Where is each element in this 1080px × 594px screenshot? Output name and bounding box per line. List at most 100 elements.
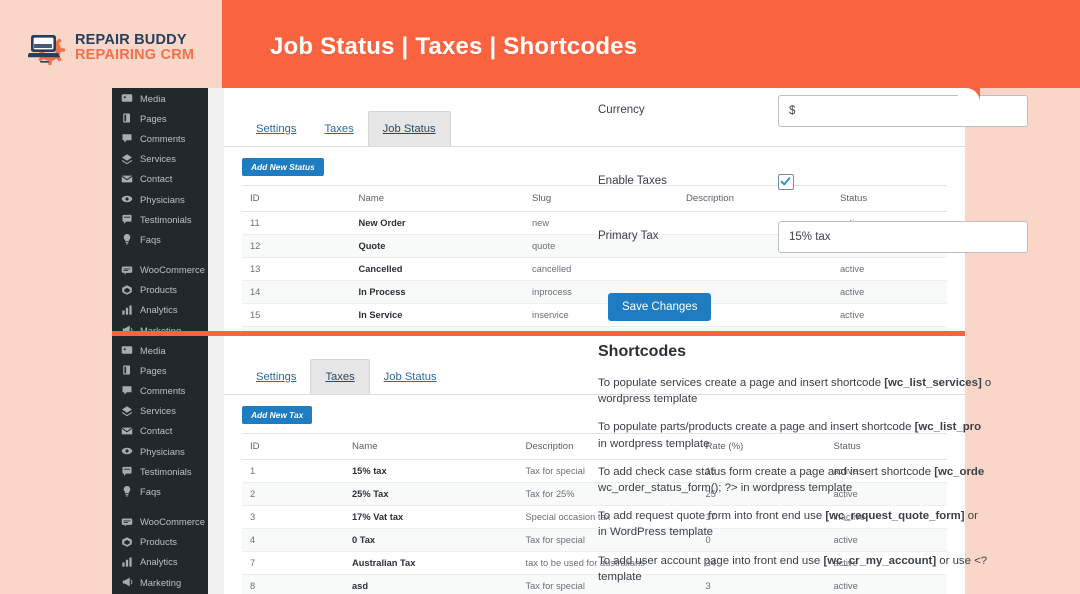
shortcodes-list: To populate services create a page and i…	[598, 375, 998, 585]
sidebar-item-physicians[interactable]: Physicians	[112, 189, 208, 209]
column-header: Name	[344, 433, 518, 460]
sidebar-item-physicians[interactable]: Physicians	[112, 441, 208, 461]
shortcode-code: [wc_list_pro	[914, 421, 982, 434]
woocommerce-icon	[121, 264, 133, 276]
settings-panel: Currency $ Enable Taxes Primary Tax 15% …	[598, 88, 1028, 334]
shortcodes-title: Shortcodes	[598, 343, 687, 360]
wp-admin-sidebar-top: Media Pages Comments Services Contact Physici…	[112, 88, 208, 334]
analytics-icon	[121, 556, 133, 568]
column-header: Name	[350, 185, 524, 212]
enable-taxes-checkbox[interactable]	[778, 174, 794, 190]
cell-name: Quote	[350, 234, 524, 258]
pages-icon	[121, 112, 133, 124]
sidebar-item-label: Contact	[140, 425, 173, 437]
sidebar-item-analytics[interactable]: Analytics	[112, 552, 208, 572]
shortcode-text: To add check case status form create a p…	[598, 465, 935, 478]
sidebar-item-label: WooCommerce	[140, 264, 205, 276]
sidebar-item-label: Marketing	[140, 576, 182, 588]
sidebar-item-marketing[interactable]: Marketing	[112, 572, 208, 592]
shortcode-line: To add user account page into front end …	[598, 553, 998, 569]
shortcode-paragraph: To add request quote form into front end…	[598, 508, 998, 540]
shortcode-line: in wordpress template	[598, 437, 710, 450]
cell-name: Australian Tax	[344, 551, 518, 575]
sidebar-item-label: Faqs	[140, 485, 161, 497]
currency-input[interactable]: $	[778, 95, 1028, 127]
sidebar-item-faqs[interactable]: Faqs	[112, 481, 208, 501]
add-new-tax-button[interactable]: Add New Tax	[242, 406, 313, 424]
media-icon	[121, 344, 133, 356]
cell-id: 14	[242, 280, 351, 304]
panel-corner	[958, 88, 980, 110]
cell-id: 4	[242, 528, 344, 552]
shortcode-code: [wc_list_services]	[884, 377, 982, 389]
shortcode-text: To populate parts/products create a page…	[598, 421, 915, 434]
shortcode-paragraph: To populate parts/products create a page…	[598, 419, 998, 451]
marketing-icon	[121, 576, 133, 588]
sidebar-item-comments[interactable]: Comments	[112, 380, 208, 400]
sidebar-item-label: Physicians	[140, 445, 185, 457]
sidebar-gutter	[208, 336, 224, 594]
sidebar-item-label: Analytics	[140, 556, 178, 568]
sidebar-item-products[interactable]: Products	[112, 532, 208, 552]
sidebar-item-testimonials[interactable]: Testimonials	[112, 209, 208, 229]
sidebar-item-analytics[interactable]: Analytics	[112, 300, 208, 320]
sidebar-item-media[interactable]: Media	[112, 88, 208, 108]
eye-icon	[121, 193, 133, 205]
sidebar-item-pages[interactable]: Pages	[112, 360, 208, 380]
mail-icon	[121, 425, 133, 437]
woocommerce-icon	[121, 516, 133, 528]
shortcode-text: To add request quote form into front end…	[598, 510, 826, 523]
sidebar-item-label: Pages	[140, 112, 167, 124]
pages-icon	[121, 364, 133, 376]
tab-taxes[interactable]: Taxes	[310, 359, 370, 394]
cell-id: 7	[242, 551, 344, 575]
eye-icon	[121, 445, 133, 457]
cell-id: 11	[242, 211, 351, 235]
sidebar-item-woocommerce[interactable]: WooCommerce	[112, 260, 208, 280]
sidebar-item-faqs[interactable]: Faqs	[112, 229, 208, 249]
analytics-icon	[121, 304, 133, 316]
sidebar-item-contact[interactable]: Contact	[112, 169, 208, 189]
shortcode-line: in WordPress template	[598, 526, 714, 539]
sidebar-item-products[interactable]: Products	[112, 280, 208, 300]
cell-name: In Service	[350, 303, 524, 327]
page-title: Job Status | Taxes | Shortcodes	[270, 33, 638, 60]
sidebar-item-label: Physicians	[140, 193, 185, 205]
shortcode-paragraph: To populate services create a page and i…	[598, 375, 998, 407]
tab-job-status[interactable]: Job Status	[367, 111, 451, 146]
add-new-status-button[interactable]: Add New Status	[242, 158, 324, 176]
media-icon	[121, 92, 133, 104]
brand-logo: REPAIR BUDDY REPAIRING CRM	[26, 30, 194, 66]
laptop-gear-icon	[26, 30, 66, 66]
sidebar-item-contact[interactable]: Contact	[112, 421, 208, 441]
shortcode-code: [wc_request_quote_form]	[825, 510, 965, 523]
comments-icon	[121, 132, 133, 144]
shortcode-text-tail: or	[964, 510, 978, 523]
cell-id: 13	[242, 257, 351, 281]
cell-id: 12	[242, 234, 351, 258]
shortcode-text: To add user account page into front end …	[598, 554, 824, 567]
shortcode-line: To populate services create a page and i…	[598, 375, 998, 391]
check-icon	[780, 177, 791, 186]
sidebar-item-testimonials[interactable]: Testimonials	[112, 461, 208, 481]
tab-settings[interactable]: Settings	[242, 360, 310, 394]
cell-name: asd	[344, 574, 518, 594]
sidebar-item-woocommerce[interactable]: WooCommerce	[112, 512, 208, 532]
sidebar-item-services[interactable]: Services	[112, 401, 208, 421]
sidebar-item-label: Testimonials	[140, 213, 192, 225]
cell-name: 0 Tax	[344, 528, 518, 552]
shortcode-text-tail: o	[981, 377, 992, 389]
tab-settings[interactable]: Settings	[242, 112, 310, 146]
tab-taxes[interactable]: Taxes	[310, 112, 367, 146]
sidebar-item-media[interactable]: Media	[112, 340, 208, 360]
sidebar-item-label: Comments	[140, 132, 186, 144]
save-changes-button[interactable]: Save Changes	[608, 293, 712, 321]
sidebar-item-label: Comments	[140, 384, 186, 396]
sidebar-item-services[interactable]: Services	[112, 149, 208, 169]
products-icon	[121, 284, 133, 296]
sidebar-item-comments[interactable]: Comments	[112, 128, 208, 148]
tab-job-status[interactable]: Job Status	[370, 360, 451, 394]
primary-tax-select[interactable]: 15% tax	[778, 221, 1028, 253]
sidebar-item-pages[interactable]: Pages	[112, 108, 208, 128]
wp-admin-sidebar-bottom: Media Pages Comments Services Contact Physici…	[112, 336, 208, 594]
